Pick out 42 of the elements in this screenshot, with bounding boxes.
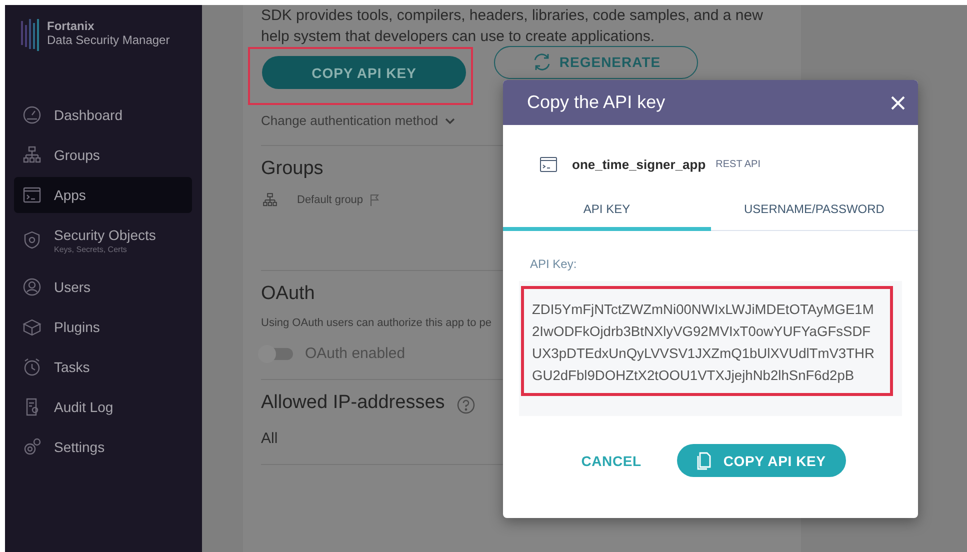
sidebar-item[interactable]: Settings — [14, 429, 192, 465]
ip-value: All — [261, 430, 279, 447]
sidebar-item[interactable]: Groups — [14, 137, 192, 173]
hierarchy-icon — [262, 192, 278, 208]
terminal-window-icon — [540, 157, 557, 172]
sidebar-item[interactable]: Audit Log — [14, 389, 192, 425]
app-type: REST API — [716, 159, 760, 170]
copy-icon — [697, 452, 712, 470]
sidebar-item[interactable]: Apps — [14, 177, 192, 213]
sidebar-item[interactable]: Security Objects Keys, Secrets, Certs — [14, 217, 192, 263]
app-name: one_time_signer_app — [572, 157, 706, 172]
hierarchy-icon — [22, 145, 42, 165]
api-key-field[interactable]: ZDI5YmFjNTctZWZmNi00NWIxLWJiMDEtOTAyMGE1M2IwODFkOjdrb3BtNXlyVG92MVIxT0owYUFYaGFsSDFUX3pDTEdxUnQyLVVSV1JXZmQ1bUlXVUdlTmV3THRGU2dFbl9DOHZtX2tOOU1VTXJjejhNb2lhSnF6d2pB — [519, 281, 902, 416]
brand-name: Fortanix — [47, 19, 96, 33]
user-icon — [22, 277, 42, 297]
tab[interactable]: USERNAME/PASSWORD — [710, 202, 918, 231]
section-title: OAuth — [261, 283, 315, 305]
sidebar-item[interactable]: Tasks — [14, 349, 192, 385]
gauge-icon — [22, 105, 42, 125]
brand-product: Data Security Manager — [47, 33, 170, 47]
sidebar-item[interactable]: Users — [14, 269, 192, 305]
tab[interactable]: API KEY — [503, 202, 710, 231]
api-key-text: ZDI5YmFjNTctZWZmNi00NWIxLWJiMDEtOTAyMGE1M2IwODFkOjdrb3BtNXlyVG92MVIxT0owYUFYaGFsSDFUX3pDTEdxUnQyLVVSV1JXZmQ1bUlXVUdlTmV3THRGU2dFbl9DOHZtX2tOOU1VTXJjejhNb2lhSnF6d2pB — [532, 301, 876, 385]
dialog-title: Copy the API key — [527, 92, 666, 113]
section-title: Allowed IP-addresses — [261, 392, 445, 414]
shield-icon — [22, 230, 42, 250]
oauth-description: Using OAuth users can authorize this app to pe — [261, 317, 492, 329]
terminal-window-icon — [22, 185, 42, 205]
help-icon[interactable] — [456, 396, 475, 414]
oauth-toggle[interactable] — [261, 348, 293, 360]
box-icon — [22, 317, 42, 337]
sidebar-item[interactable]: Plugins — [14, 309, 192, 345]
close-icon[interactable] — [891, 96, 905, 110]
alarm-clock-icon — [22, 357, 42, 377]
description-text: SDK provides tools, compilers, headers, libraries, code samples, and a new help system that developers can use to create applications. — [261, 6, 764, 47]
copy-api-key-button[interactable]: COPY API KEY — [262, 56, 466, 89]
section-title: Groups — [261, 158, 324, 180]
flag-icon — [370, 194, 380, 206]
field-label: API Key: — [530, 257, 578, 271]
sidebar-item[interactable]: Dashboard — [14, 97, 192, 133]
chevron-down-icon — [444, 116, 456, 124]
logo-icon — [21, 19, 41, 51]
